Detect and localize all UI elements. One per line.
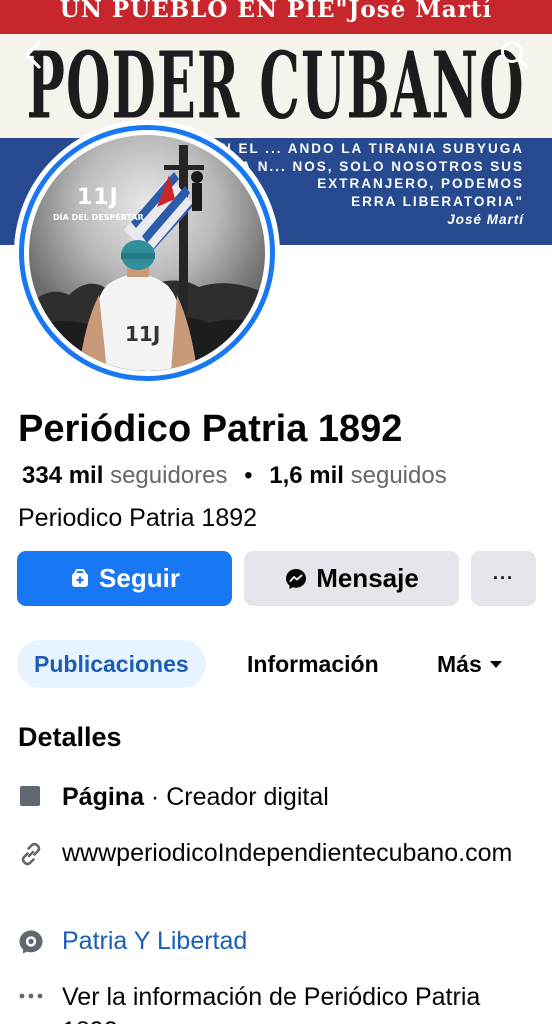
tab-posts[interactable]: Publicaciones bbox=[17, 640, 206, 688]
caret-down-icon bbox=[489, 660, 502, 668]
page-title: Periódico Patria 1892 bbox=[18, 408, 403, 450]
more-dots-icon: ··· bbox=[493, 568, 514, 588]
followers-label[interactable]: seguidores bbox=[110, 462, 227, 489]
link-chat-icon bbox=[17, 928, 45, 956]
category-value: · Creador digital bbox=[143, 783, 329, 811]
message-button[interactable]: Mensaje bbox=[244, 551, 459, 606]
story-ring: 11J 11J DÍA DEL DESPERTAR bbox=[19, 125, 275, 381]
following-label[interactable]: seguidos bbox=[351, 462, 447, 489]
back-arrow-icon bbox=[25, 41, 41, 69]
category-label: Página bbox=[62, 783, 144, 811]
follow-icon bbox=[69, 568, 91, 590]
cover-headline: PODER CUBANO bbox=[26, 32, 526, 140]
follow-button[interactable]: Seguir bbox=[17, 551, 232, 606]
details-heading: Detalles bbox=[18, 722, 122, 752]
stats-separator: • bbox=[244, 462, 253, 489]
tab-information[interactable]: Información bbox=[247, 640, 379, 688]
avatar-caption-11j: 11J bbox=[77, 185, 119, 210]
search-icon bbox=[501, 41, 529, 69]
message-button-label: Mensaje bbox=[316, 563, 419, 593]
profile-picture[interactable]: 11J 11J DÍA DEL DESPERTAR bbox=[14, 120, 280, 386]
tab-more[interactable]: Más bbox=[437, 640, 502, 688]
search-button[interactable] bbox=[498, 38, 532, 72]
website-link[interactable]: wwwperiodicoIndependientecubano.com bbox=[62, 836, 540, 870]
see-more-info-link[interactable]: Ver la información de Periódico Patria 1… bbox=[62, 980, 540, 1024]
shirt-number: 11J bbox=[125, 322, 160, 346]
avatar-caption-subtitle: DÍA DEL DESPERTAR bbox=[53, 213, 144, 222]
protest-crowd-image: 11J bbox=[29, 145, 265, 371]
profile-photo: 11J 11J DÍA DEL DESPERTAR bbox=[29, 135, 265, 371]
follow-stats: 334 mil seguidores • 1,6 mil seguidos bbox=[22, 462, 447, 490]
following-count[interactable]: 1,6 mil bbox=[269, 462, 344, 489]
tab-more-label: Más bbox=[437, 650, 482, 677]
patria-libertad-link[interactable]: Patria Y Libertad bbox=[62, 924, 540, 958]
back-button[interactable] bbox=[16, 38, 50, 72]
cover-top-banner: UN PUEBLO EN PIE"José Martí bbox=[0, 0, 552, 34]
cover-headline-area: PODER CUBANO bbox=[0, 34, 552, 138]
messenger-icon bbox=[284, 567, 308, 591]
follow-button-label: Seguir bbox=[99, 563, 180, 593]
page-flag-icon bbox=[17, 782, 45, 810]
page-subtitle: Periodico Patria 1892 bbox=[18, 504, 258, 532]
followers-count[interactable]: 334 mil bbox=[22, 462, 103, 489]
link-icon bbox=[17, 840, 45, 868]
more-dots-icon bbox=[17, 982, 45, 1010]
more-options-button[interactable]: ··· bbox=[471, 551, 536, 606]
